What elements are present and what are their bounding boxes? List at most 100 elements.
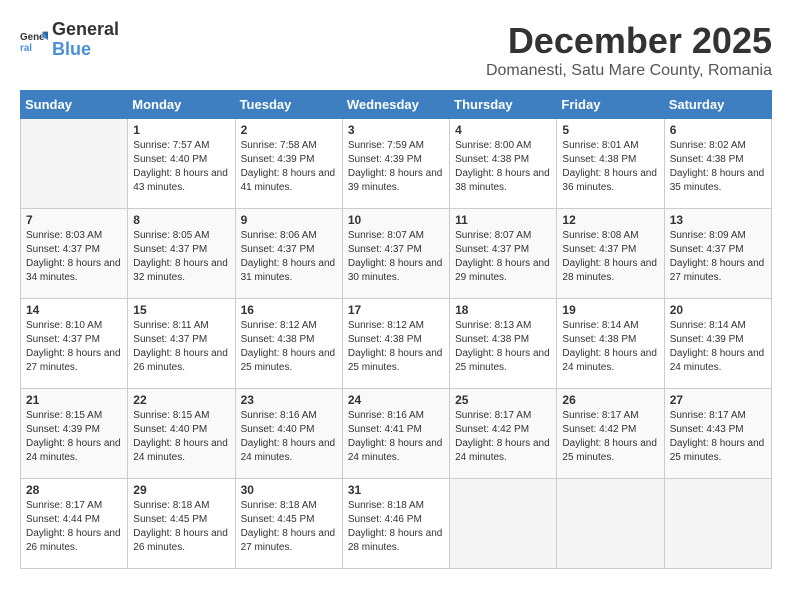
day-info: Sunrise: 8:09 AMSunset: 4:37 PMDaylight:… bbox=[670, 229, 766, 285]
calendar-cell bbox=[664, 479, 771, 569]
day-info: Sunrise: 8:07 AMSunset: 4:37 PMDaylight:… bbox=[455, 229, 551, 285]
day-info: Sunrise: 8:11 AMSunset: 4:37 PMDaylight:… bbox=[133, 319, 229, 375]
day-header-thursday: Thursday bbox=[450, 91, 557, 119]
day-number: 6 bbox=[670, 123, 766, 137]
logo: Gene ral General Blue bbox=[20, 20, 119, 60]
day-number: 1 bbox=[133, 123, 229, 137]
calendar-cell: 4 Sunrise: 8:00 AMSunset: 4:38 PMDaylight… bbox=[450, 119, 557, 209]
calendar-cell: 8Sunrise: 8:05 AMSunset: 4:37 PMDaylight… bbox=[128, 209, 235, 299]
day-number: 28 bbox=[26, 483, 122, 497]
logo-blue-text: Blue bbox=[52, 39, 91, 59]
calendar-body: 1 Sunrise: 7:57 AMSunset: 4:40 PMDaylight… bbox=[21, 119, 772, 569]
day-number: 15 bbox=[133, 303, 229, 317]
calendar-cell bbox=[450, 479, 557, 569]
day-number: 20 bbox=[670, 303, 766, 317]
week-row-4: 21Sunrise: 8:15 AMSunset: 4:39 PMDayligh… bbox=[21, 389, 772, 479]
calendar-cell: 18Sunrise: 8:13 AMSunset: 4:38 PMDayligh… bbox=[450, 299, 557, 389]
week-row-3: 14 Sunrise: 8:10 AMSunset: 4:37 PMDayligh… bbox=[21, 299, 772, 389]
calendar-cell: 28 Sunrise: 8:17 AMSunset: 4:44 PMDayligh… bbox=[21, 479, 128, 569]
calendar-cell: 3Sunrise: 7:59 AMSunset: 4:39 PMDaylight… bbox=[342, 119, 449, 209]
days-header-row: SundayMondayTuesdayWednesdayThursdayFrid… bbox=[21, 91, 772, 119]
calendar-cell: 15 Sunrise: 8:11 AMSunset: 4:37 PMDayligh… bbox=[128, 299, 235, 389]
day-number: 2 bbox=[241, 123, 337, 137]
calendar-cell: 24 Sunrise: 8:16 AMSunset: 4:41 PMDayligh… bbox=[342, 389, 449, 479]
day-info: Sunrise: 7:59 AMSunset: 4:39 PMDaylight:… bbox=[348, 139, 444, 195]
day-number: 4 bbox=[455, 123, 551, 137]
calendar-cell: 16 Sunrise: 8:12 AMSunset: 4:38 PMDayligh… bbox=[235, 299, 342, 389]
day-number: 19 bbox=[562, 303, 658, 317]
calendar-cell: 19 Sunrise: 8:14 AMSunset: 4:38 PMDayligh… bbox=[557, 299, 664, 389]
calendar-table: SundayMondayTuesdayWednesdayThursdayFrid… bbox=[20, 90, 772, 569]
day-number: 16 bbox=[241, 303, 337, 317]
day-number: 21 bbox=[26, 393, 122, 407]
calendar-cell: 20Sunrise: 8:14 AMSunset: 4:39 PMDayligh… bbox=[664, 299, 771, 389]
calendar-cell bbox=[557, 479, 664, 569]
day-header-monday: Monday bbox=[128, 91, 235, 119]
calendar-cell: 31 Sunrise: 8:18 AMSunset: 4:46 PMDayligh… bbox=[342, 479, 449, 569]
day-number: 27 bbox=[670, 393, 766, 407]
day-info: Sunrise: 8:08 AMSunset: 4:37 PMDaylight:… bbox=[562, 229, 658, 285]
day-number: 31 bbox=[348, 483, 444, 497]
day-number: 8 bbox=[133, 213, 229, 227]
title-area: December 2025 Domanesti, Satu Mare Count… bbox=[486, 20, 772, 80]
day-info: Sunrise: 8:18 AMSunset: 4:45 PMDaylight:… bbox=[133, 499, 229, 555]
calendar-cell: 21Sunrise: 8:15 AMSunset: 4:39 PMDayligh… bbox=[21, 389, 128, 479]
header: Gene ral General Blue December 2025 Doma… bbox=[20, 20, 772, 80]
day-number: 14 bbox=[26, 303, 122, 317]
day-info: Sunrise: 8:17 AMSunset: 4:44 PMDaylight:… bbox=[26, 499, 122, 555]
day-number: 22 bbox=[133, 393, 229, 407]
day-header-tuesday: Tuesday bbox=[235, 91, 342, 119]
calendar-cell: 25Sunrise: 8:17 AMSunset: 4:42 PMDayligh… bbox=[450, 389, 557, 479]
calendar-cell: 13 Sunrise: 8:09 AMSunset: 4:37 PMDayligh… bbox=[664, 209, 771, 299]
calendar-cell: 9Sunrise: 8:06 AMSunset: 4:37 PMDaylight… bbox=[235, 209, 342, 299]
day-info: Sunrise: 8:02 AMSunset: 4:38 PMDaylight:… bbox=[670, 139, 766, 195]
day-header-sunday: Sunday bbox=[21, 91, 128, 119]
calendar-cell: 7Sunrise: 8:03 AMSunset: 4:37 PMDaylight… bbox=[21, 209, 128, 299]
day-number: 10 bbox=[348, 213, 444, 227]
calendar-cell: 27Sunrise: 8:17 AMSunset: 4:43 PMDayligh… bbox=[664, 389, 771, 479]
calendar-cell: 17 Sunrise: 8:12 AMSunset: 4:38 PMDayligh… bbox=[342, 299, 449, 389]
day-number: 25 bbox=[455, 393, 551, 407]
calendar-cell bbox=[21, 119, 128, 209]
day-info: Sunrise: 8:06 AMSunset: 4:37 PMDaylight:… bbox=[241, 229, 337, 285]
calendar-cell: 22 Sunrise: 8:15 AMSunset: 4:40 PMDayligh… bbox=[128, 389, 235, 479]
day-header-friday: Friday bbox=[557, 91, 664, 119]
day-info: Sunrise: 8:18 AMSunset: 4:45 PMDaylight:… bbox=[241, 499, 337, 555]
day-info: Sunrise: 8:12 AMSunset: 4:38 PMDaylight:… bbox=[348, 319, 444, 375]
day-info: Sunrise: 8:16 AMSunset: 4:41 PMDaylight:… bbox=[348, 409, 444, 465]
day-info: Sunrise: 7:57 AMSunset: 4:40 PMDaylight:… bbox=[133, 139, 229, 195]
day-number: 29 bbox=[133, 483, 229, 497]
day-info: Sunrise: 8:03 AMSunset: 4:37 PMDaylight:… bbox=[26, 229, 122, 285]
day-info: Sunrise: 8:16 AMSunset: 4:40 PMDaylight:… bbox=[241, 409, 337, 465]
svg-text:Gene: Gene bbox=[20, 32, 45, 43]
calendar-cell: 1 Sunrise: 7:57 AMSunset: 4:40 PMDaylight… bbox=[128, 119, 235, 209]
calendar-cell: 2 Sunrise: 7:58 AMSunset: 4:39 PMDaylight… bbox=[235, 119, 342, 209]
calendar-cell: 11 Sunrise: 8:07 AMSunset: 4:37 PMDayligh… bbox=[450, 209, 557, 299]
calendar-cell: 10 Sunrise: 8:07 AMSunset: 4:37 PMDayligh… bbox=[342, 209, 449, 299]
day-number: 30 bbox=[241, 483, 337, 497]
day-number: 24 bbox=[348, 393, 444, 407]
day-info: Sunrise: 8:12 AMSunset: 4:38 PMDaylight:… bbox=[241, 319, 337, 375]
week-row-5: 28 Sunrise: 8:17 AMSunset: 4:44 PMDayligh… bbox=[21, 479, 772, 569]
day-info: Sunrise: 8:18 AMSunset: 4:46 PMDaylight:… bbox=[348, 499, 444, 555]
day-header-saturday: Saturday bbox=[664, 91, 771, 119]
svg-text:ral: ral bbox=[20, 43, 32, 54]
day-number: 11 bbox=[455, 213, 551, 227]
day-info: Sunrise: 8:00 AMSunset: 4:38 PMDaylight:… bbox=[455, 139, 551, 195]
day-number: 13 bbox=[670, 213, 766, 227]
calendar-cell: 29 Sunrise: 8:18 AMSunset: 4:45 PMDayligh… bbox=[128, 479, 235, 569]
day-info: Sunrise: 8:14 AMSunset: 4:38 PMDaylight:… bbox=[562, 319, 658, 375]
logo-general-text: General bbox=[52, 19, 119, 39]
day-number: 26 bbox=[562, 393, 658, 407]
day-info: Sunrise: 8:15 AMSunset: 4:40 PMDaylight:… bbox=[133, 409, 229, 465]
calendar-cell: 30 Sunrise: 8:18 AMSunset: 4:45 PMDayligh… bbox=[235, 479, 342, 569]
calendar-cell: 12 Sunrise: 8:08 AMSunset: 4:37 PMDayligh… bbox=[557, 209, 664, 299]
day-info: Sunrise: 8:07 AMSunset: 4:37 PMDaylight:… bbox=[348, 229, 444, 285]
day-header-wednesday: Wednesday bbox=[342, 91, 449, 119]
month-title: December 2025 bbox=[486, 20, 772, 62]
day-number: 17 bbox=[348, 303, 444, 317]
day-info: Sunrise: 7:58 AMSunset: 4:39 PMDaylight:… bbox=[241, 139, 337, 195]
day-info: Sunrise: 8:10 AMSunset: 4:37 PMDaylight:… bbox=[26, 319, 122, 375]
week-row-2: 7Sunrise: 8:03 AMSunset: 4:37 PMDaylight… bbox=[21, 209, 772, 299]
day-number: 12 bbox=[562, 213, 658, 227]
